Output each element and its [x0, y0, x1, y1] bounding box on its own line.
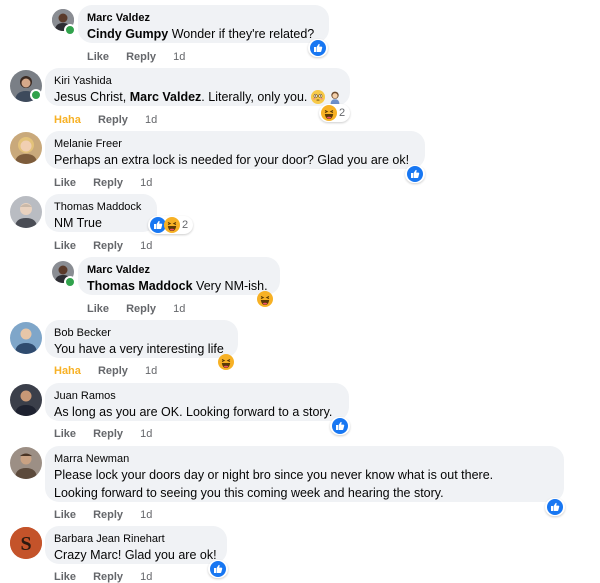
- reaction-summary[interactable]: [218, 354, 234, 370]
- comment-text: NM True: [54, 216, 102, 230]
- reply-button[interactable]: Reply: [93, 428, 123, 440]
- comment-bubble: Marra Newman Please lock your doors day …: [45, 446, 564, 502]
- comment-text: Cindy Gumpy Wonder if they're related?: [87, 27, 315, 41]
- reaction-count: 2: [339, 107, 346, 119]
- comment-actions: Like Reply 1d: [54, 509, 166, 521]
- reaction-summary[interactable]: [405, 165, 425, 183]
- reaction-summary[interactable]: [208, 560, 228, 578]
- comment-text: Jesus Christ, Marc Valdez. Literally, on…: [54, 88, 340, 106]
- reaction-summary[interactable]: [330, 417, 350, 435]
- comment-actions: Like Reply 1d: [87, 51, 199, 63]
- timestamp[interactable]: 1d: [140, 240, 152, 252]
- timestamp[interactable]: 1d: [145, 114, 157, 126]
- comment-actions: Like Reply 1d: [87, 303, 199, 315]
- like-button[interactable]: Like: [54, 240, 76, 252]
- timestamp[interactable]: 1d: [140, 571, 152, 583]
- avatar[interactable]: S: [10, 527, 42, 559]
- like-reaction-icon: [210, 561, 226, 577]
- author-name[interactable]: Marc Valdez: [87, 263, 270, 277]
- svg-text:S: S: [20, 533, 31, 555]
- avatar[interactable]: [10, 384, 42, 416]
- like-reaction-icon: [547, 499, 563, 515]
- author-name[interactable]: Marra Newman: [54, 452, 554, 466]
- reaction-count: 2: [182, 219, 189, 231]
- online-indicator: [30, 89, 42, 101]
- avatar[interactable]: [10, 196, 42, 228]
- author-name[interactable]: Marc Valdez: [87, 11, 319, 25]
- timestamp[interactable]: 1d: [145, 365, 157, 377]
- timestamp[interactable]: 1d: [140, 177, 152, 189]
- timestamp[interactable]: 1d: [173, 303, 185, 315]
- like-button[interactable]: Like: [87, 303, 109, 315]
- comment-text: Crazy Marc! Glad you are ok!: [54, 548, 217, 562]
- comment-bubble: Thomas Maddock NM True: [45, 194, 157, 232]
- reply-button[interactable]: Reply: [98, 365, 128, 377]
- comment-actions: Haha Reply 1d: [54, 114, 171, 126]
- comment-bubble: Kiri Yashida Jesus Christ, Marc Valdez. …: [45, 68, 350, 106]
- comment-actions: Like Reply 1d: [54, 571, 166, 583]
- tagged-user[interactable]: Marc Valdez: [130, 90, 202, 104]
- timestamp[interactable]: 1d: [173, 51, 185, 63]
- comment-actions: Like Reply 1d: [54, 240, 166, 252]
- timestamp[interactable]: 1d: [140, 509, 152, 521]
- comment-actions: Haha Reply 1d: [54, 365, 171, 377]
- avatar[interactable]: [10, 132, 42, 164]
- haha-reaction-icon: [257, 291, 273, 307]
- comment-bubble: Marc Valdez Cindy Gumpy Wonder if they'r…: [78, 5, 329, 43]
- like-reaction-icon: [310, 40, 326, 56]
- comment-text-line-1: Please lock your doors day or night bro …: [54, 468, 494, 482]
- author-name[interactable]: Thomas Maddock: [54, 200, 147, 214]
- reply-button[interactable]: Reply: [93, 177, 123, 189]
- haha-reaction-button[interactable]: Haha: [54, 365, 81, 377]
- comment-bubble: Barbara Jean Rinehart Crazy Marc! Glad y…: [45, 526, 227, 564]
- reaction-summary[interactable]: [257, 291, 273, 307]
- reply-button[interactable]: Reply: [93, 571, 123, 583]
- tagged-user[interactable]: Thomas Maddock: [87, 279, 193, 293]
- flushed-emoji-icon: [311, 90, 325, 104]
- reaction-summary[interactable]: 2: [148, 216, 194, 234]
- person-emoji-icon: [328, 90, 342, 104]
- reply-button[interactable]: Reply: [126, 51, 156, 63]
- comment-text: You have a very interesting life: [54, 342, 224, 356]
- reply-button[interactable]: Reply: [93, 240, 123, 252]
- like-button[interactable]: Like: [54, 177, 76, 189]
- reply-button[interactable]: Reply: [126, 303, 156, 315]
- comment-bubble: Juan Ramos As long as you are OK. Lookin…: [45, 383, 349, 421]
- reply-button[interactable]: Reply: [93, 509, 123, 521]
- like-button[interactable]: Like: [54, 571, 76, 583]
- comment-bubble: Melanie Freer Perhaps an extra lock is n…: [45, 131, 425, 169]
- reply-button[interactable]: Reply: [98, 114, 128, 126]
- haha-reaction-icon: [218, 354, 234, 370]
- like-button[interactable]: Like: [54, 428, 76, 440]
- author-name[interactable]: Bob Becker: [54, 326, 228, 340]
- like-reaction-icon: [332, 418, 348, 434]
- like-button[interactable]: Like: [87, 51, 109, 63]
- author-name[interactable]: Barbara Jean Rinehart: [54, 532, 217, 546]
- comment-text: Thomas Maddock Very NM-ish.: [87, 279, 268, 293]
- comment-text-line-2: Looking forward to seeing you this comin…: [54, 486, 444, 500]
- comment-bubble: Marc Valdez Thomas Maddock Very NM-ish.: [78, 257, 280, 295]
- author-name[interactable]: Melanie Freer: [54, 137, 415, 151]
- reaction-summary[interactable]: 2: [319, 104, 351, 122]
- reaction-summary[interactable]: [545, 498, 565, 516]
- comment-actions: Like Reply 1d: [54, 428, 166, 440]
- comment-bubble: Bob Becker You have a very interesting l…: [45, 320, 238, 358]
- comment-text: Perhaps an extra lock is needed for your…: [54, 153, 410, 167]
- haha-reaction-icon: [321, 105, 337, 121]
- online-indicator: [64, 276, 76, 288]
- haha-reaction-button[interactable]: Haha: [54, 114, 81, 126]
- reaction-summary[interactable]: [308, 39, 328, 57]
- avatar[interactable]: [10, 447, 42, 479]
- timestamp[interactable]: 1d: [140, 428, 152, 440]
- avatar[interactable]: [10, 322, 42, 354]
- tagged-user[interactable]: Cindy Gumpy: [87, 27, 168, 41]
- haha-reaction-icon: [164, 217, 180, 233]
- like-button[interactable]: Like: [54, 509, 76, 521]
- online-indicator: [64, 24, 76, 36]
- author-name[interactable]: Juan Ramos: [54, 389, 339, 403]
- comment-actions: Like Reply 1d: [54, 177, 166, 189]
- author-name[interactable]: Kiri Yashida: [54, 74, 340, 88]
- comment-text: As long as you are OK. Looking forward t…: [54, 405, 333, 419]
- like-reaction-icon: [407, 166, 423, 182]
